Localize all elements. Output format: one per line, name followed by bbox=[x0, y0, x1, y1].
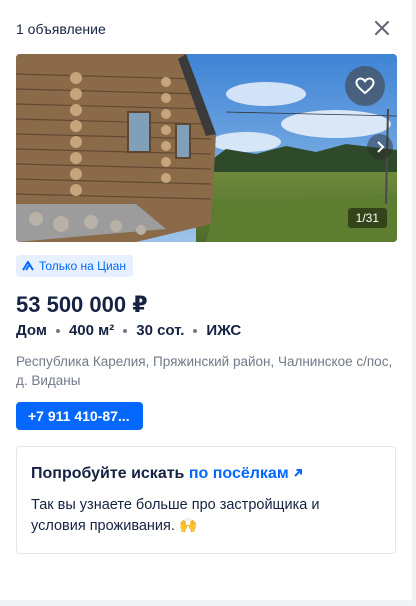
house-photo-image bbox=[16, 54, 397, 242]
panel-header: 1 объявление bbox=[16, 20, 396, 40]
listing-address: Республика Карелия, Пряжинский район, Ча… bbox=[16, 354, 393, 388]
photo-counter: 1/31 bbox=[347, 208, 387, 228]
promo-description: Так вы узнаете больше про застройщика и … bbox=[31, 495, 371, 537]
cian-logo-icon bbox=[22, 261, 34, 271]
separator-dot bbox=[55, 328, 60, 333]
listing-count: 1 объявление bbox=[16, 21, 106, 37]
listing-specs: Дом 400 м² 30 сот. ИЖС bbox=[16, 322, 241, 339]
separator-dot bbox=[123, 328, 128, 333]
listing-panel: 1 объявление 1/31 Только на Циан 53 500 … bbox=[0, 0, 413, 600]
promo-link-label: по посёлкам bbox=[188, 465, 289, 482]
scrollbar[interactable] bbox=[412, 0, 416, 606]
exclusive-badge-label: Только на Циан bbox=[39, 259, 126, 273]
spec-land: 30 сот. bbox=[136, 322, 185, 339]
chevron-right-icon bbox=[377, 141, 385, 153]
spec-status: ИЖС bbox=[206, 322, 242, 339]
close-icon bbox=[375, 21, 389, 35]
listing-price: 53 500 000 ₽ bbox=[16, 292, 148, 317]
heart-icon bbox=[355, 77, 375, 95]
promo-link[interactable]: по посёлкам bbox=[189, 465, 303, 482]
promo-description-text: Так вы узнаете больше про застройщика и … bbox=[31, 497, 320, 534]
arrow-up-right-icon bbox=[294, 469, 303, 477]
listing-photo[interactable]: 1/31 bbox=[16, 54, 397, 242]
favorite-button[interactable] bbox=[345, 66, 385, 106]
close-button[interactable] bbox=[372, 18, 392, 38]
show-phone-button[interactable]: +7 911 410-87... bbox=[16, 402, 143, 430]
promo-title: Попробуйте искать по посёлкам bbox=[31, 465, 381, 483]
exclusive-badge: Только на Циан bbox=[16, 255, 133, 277]
promo-card: Попробуйте искать по посёлкам Так вы узн… bbox=[16, 446, 396, 554]
raising-hands-emoji: 🙌 bbox=[178, 518, 198, 534]
next-photo-button[interactable] bbox=[367, 134, 393, 160]
spec-type: Дом bbox=[16, 322, 47, 339]
spec-area: 400 м² bbox=[68, 322, 115, 339]
separator-dot bbox=[193, 328, 198, 333]
promo-title-text: Попробуйте искать bbox=[31, 465, 185, 482]
